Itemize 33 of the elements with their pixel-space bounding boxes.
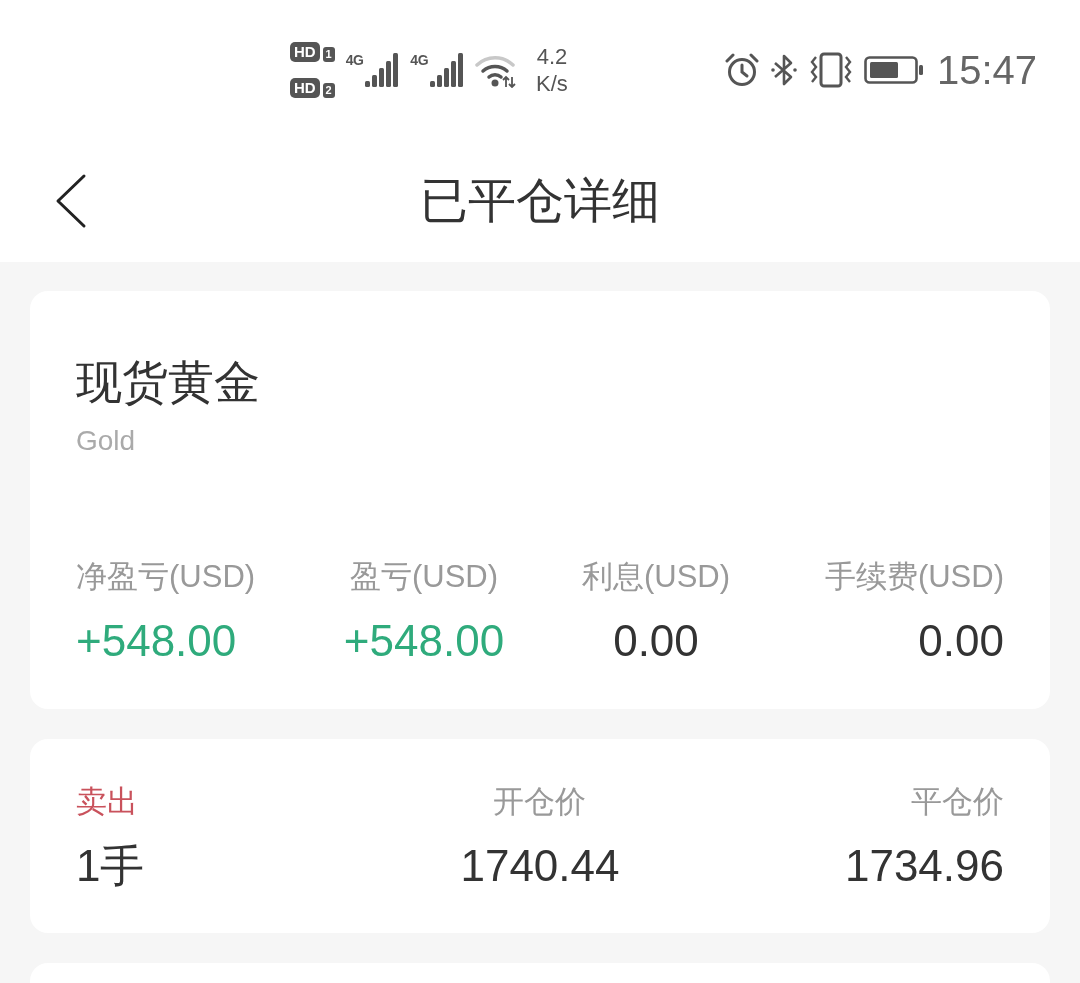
price-value: 1740.44 (460, 840, 620, 892)
summary-value: +548.00 (76, 615, 237, 667)
summary-value: 0.00 (918, 615, 1004, 667)
vibrate-icon (808, 52, 853, 88)
summary-label: 手续费(USD) (824, 558, 1004, 596)
lot-size-value: 1手 (76, 840, 145, 892)
network-type-label: 4G (345, 53, 364, 67)
hd-badge: HD (290, 42, 320, 62)
hd-badge: HD (290, 78, 320, 98)
back-icon (55, 173, 87, 229)
price-label: 开仓价 (493, 783, 587, 821)
network-type-label: 4G (410, 53, 429, 67)
price-label: 平仓价 (911, 783, 1004, 821)
page-title: 已平仓详细 (420, 173, 660, 230)
summary-value: +548.00 (343, 615, 505, 667)
sim-slot-badge: 1 (322, 47, 335, 62)
network-speed-value: 4.2 (536, 43, 568, 70)
alarm-icon (724, 53, 759, 87)
signal-icon (430, 53, 465, 87)
status-time: 15:47 (936, 47, 1037, 93)
instrument-symbol: Gold (76, 424, 136, 458)
bluetooth-icon (769, 53, 798, 87)
signal-icon (365, 53, 400, 87)
summary-label: 利息(USD) (581, 558, 731, 596)
network-speed-unit: K/s (536, 70, 568, 97)
summary-label: 盈亏(USD) (349, 558, 499, 596)
sim-slot-badge: 2 (322, 83, 335, 98)
battery-icon (863, 56, 924, 84)
price-value: 1734.96 (844, 840, 1004, 892)
summary-value: 0.00 (613, 615, 699, 667)
instrument-name: 现货黄金 (76, 355, 260, 410)
summary-label: 净盈亏(USD) (76, 558, 256, 596)
trade-side-label: 卖出 (76, 783, 138, 821)
